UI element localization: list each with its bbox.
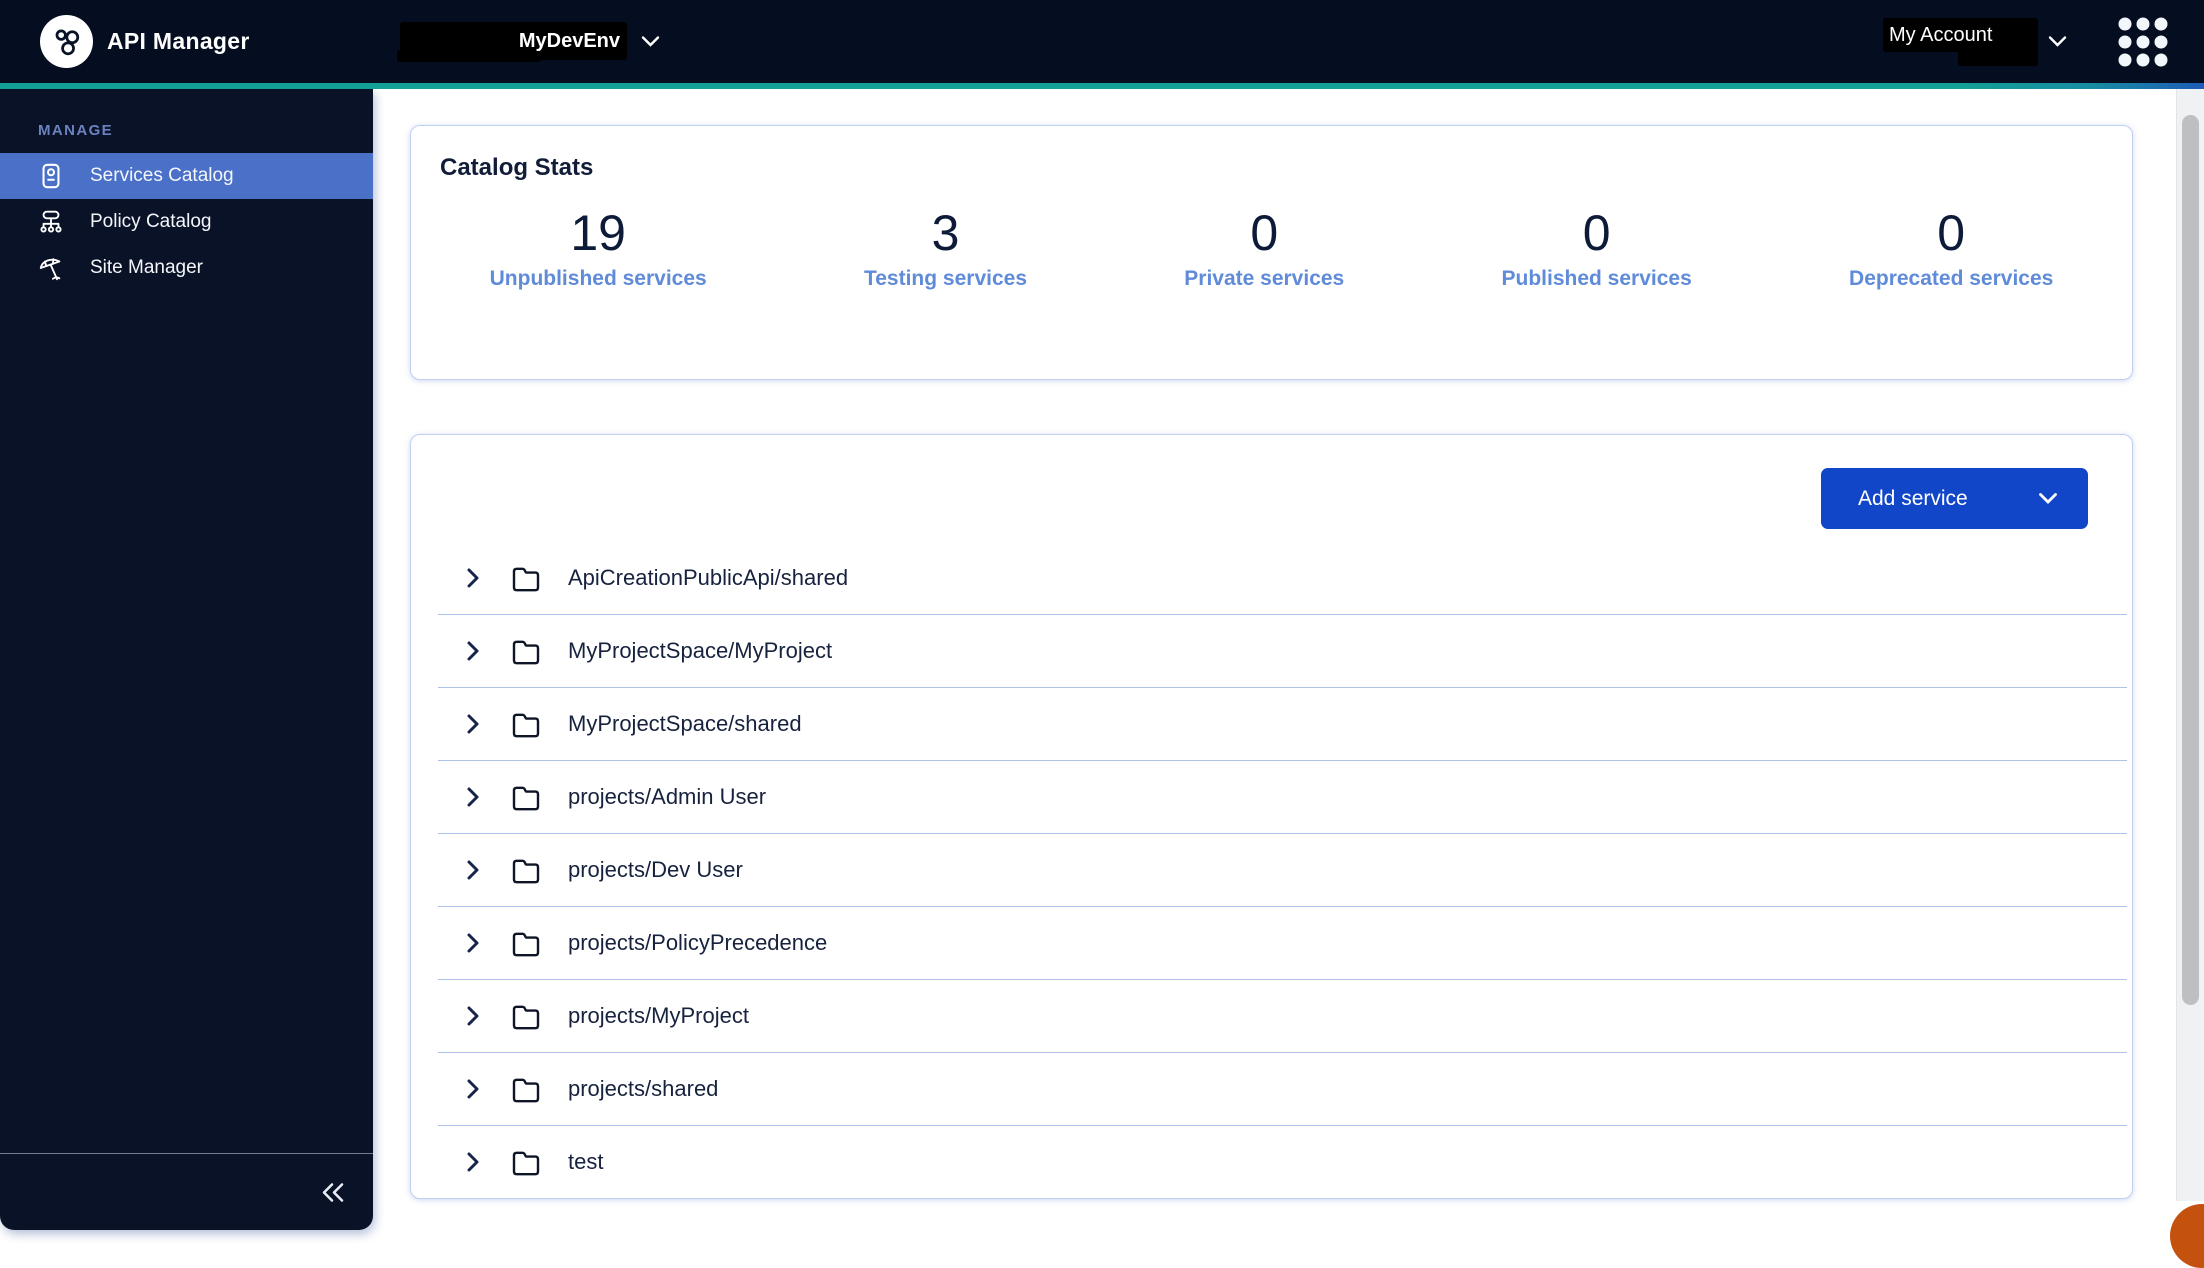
service-folder-row[interactable]: ApiCreationPublicApi/shared <box>438 542 2127 615</box>
apps-grid-icon[interactable] <box>2117 16 2169 68</box>
folder-icon <box>511 565 541 592</box>
service-folder-name: projects/MyProject <box>568 1003 749 1029</box>
service-folder-row[interactable]: MyProjectSpace/MyProject <box>438 615 2127 688</box>
chevron-right-icon[interactable] <box>466 859 480 881</box>
folder-icon <box>511 1149 541 1176</box>
service-folder-name: MyProjectSpace/shared <box>568 711 802 737</box>
top-nav-bar: API Manager MyDevEnv My Account <box>0 0 2204 83</box>
catalog-stats-title: Catalog Stats <box>440 154 2132 182</box>
service-folder-name: projects/shared <box>568 1076 718 1102</box>
environment-selector[interactable]: MyDevEnv <box>400 22 620 60</box>
stat-value: 19 <box>490 206 707 260</box>
folder-icon <box>511 711 541 738</box>
service-folder-row[interactable]: projects/shared <box>438 1053 2127 1126</box>
stat-value: 0 <box>1849 206 2053 260</box>
service-folder-row[interactable]: projects/MyProject <box>438 980 2127 1053</box>
chevron-right-icon[interactable] <box>466 1151 480 1173</box>
stat-label: Private services <box>1184 267 1344 291</box>
sidebar-item-policy-catalog[interactable]: Policy Catalog <box>0 199 373 245</box>
services-list-card: Add service ApiCreationPublicAp <box>410 434 2133 1199</box>
add-service-label: Add service <box>1858 487 1968 511</box>
service-folder-row[interactable]: projects/Dev User <box>438 834 2127 907</box>
catalog-stats-card: Catalog Stats 19 Unpublished services 3 … <box>410 125 2133 380</box>
service-folder-row[interactable]: MyProjectSpace/shared <box>438 688 2127 761</box>
service-folder-row[interactable]: test <box>438 1126 2127 1199</box>
stat-item: 3 Testing services <box>864 206 1027 291</box>
sidebar-item-label: Site Manager <box>90 257 203 279</box>
scrollbar-track[interactable] <box>2176 89 2204 1201</box>
stat-label: Published services <box>1502 267 1692 291</box>
stat-value: 3 <box>864 206 1027 260</box>
app-logo-icon <box>40 15 93 68</box>
stat-item: 0 Published services <box>1502 206 1692 291</box>
beach-umbrella-icon <box>37 253 65 283</box>
accent-stripe <box>0 83 2204 89</box>
chevron-down-icon[interactable] <box>641 35 660 53</box>
app-title: API Manager <box>107 0 250 83</box>
service-folder-list: ApiCreationPublicApi/shared MyProjectSpa… <box>438 542 2127 1199</box>
chevron-down-icon <box>2038 492 2058 505</box>
folder-icon <box>511 1003 541 1030</box>
sitemap-icon <box>37 207 65 237</box>
badge-card-icon <box>37 161 65 191</box>
stat-value: 0 <box>1502 206 1692 260</box>
chevron-right-icon[interactable] <box>466 640 480 662</box>
chevron-right-icon[interactable] <box>466 567 480 589</box>
sidebar-item-services-catalog[interactable]: Services Catalog <box>0 153 373 199</box>
stat-label: Testing services <box>864 267 1027 291</box>
add-service-button[interactable]: Add service <box>1821 468 2088 529</box>
stat-item: 19 Unpublished services <box>490 206 707 291</box>
service-folder-row[interactable]: projects/Admin User <box>438 761 2127 834</box>
folder-icon <box>511 1076 541 1103</box>
sidebar-section-label: MANAGE <box>38 122 373 139</box>
chevron-right-icon[interactable] <box>466 713 480 735</box>
sidebar: MANAGE Services Catalog <box>0 89 373 1230</box>
chevron-right-icon[interactable] <box>466 786 480 808</box>
chevron-right-icon[interactable] <box>466 932 480 954</box>
service-folder-name: ApiCreationPublicApi/shared <box>568 565 848 591</box>
service-folder-name: projects/Dev User <box>568 857 743 883</box>
service-folder-name: projects/Admin User <box>568 784 766 810</box>
floating-action-button[interactable] <box>2170 1204 2204 1268</box>
account-menu[interactable]: My Account <box>1889 18 1992 52</box>
folder-icon <box>511 857 541 884</box>
scrollbar-thumb[interactable] <box>2182 115 2199 1005</box>
service-folder-name: test <box>568 1149 603 1175</box>
folder-icon <box>511 784 541 811</box>
folder-icon <box>511 930 541 957</box>
sidebar-item-label: Services Catalog <box>90 165 234 187</box>
sidebar-item-site-manager[interactable]: Site Manager <box>0 245 373 291</box>
stat-value: 0 <box>1184 206 1344 260</box>
double-chevron-left-icon[interactable] <box>321 1182 345 1203</box>
sidebar-item-label: Policy Catalog <box>90 211 211 233</box>
chevron-right-icon[interactable] <box>466 1078 480 1100</box>
service-folder-name: MyProjectSpace/MyProject <box>568 638 832 664</box>
catalog-stats-row: 19 Unpublished services 3 Testing servic… <box>411 206 2132 291</box>
sidebar-footer <box>0 1153 373 1230</box>
stat-label: Unpublished services <box>490 267 707 291</box>
service-folder-row[interactable]: projects/PolicyPrecedence <box>438 907 2127 980</box>
stat-item: 0 Private services <box>1184 206 1344 291</box>
stat-item: 0 Deprecated services <box>1849 206 2053 291</box>
stat-label: Deprecated services <box>1849 267 2053 291</box>
service-folder-name: projects/PolicyPrecedence <box>568 930 827 956</box>
sidebar-nav: Services Catalog Policy Catalog <box>0 153 373 291</box>
chevron-right-icon[interactable] <box>466 1005 480 1027</box>
folder-icon <box>511 638 541 665</box>
chevron-down-icon[interactable] <box>2048 35 2067 53</box>
